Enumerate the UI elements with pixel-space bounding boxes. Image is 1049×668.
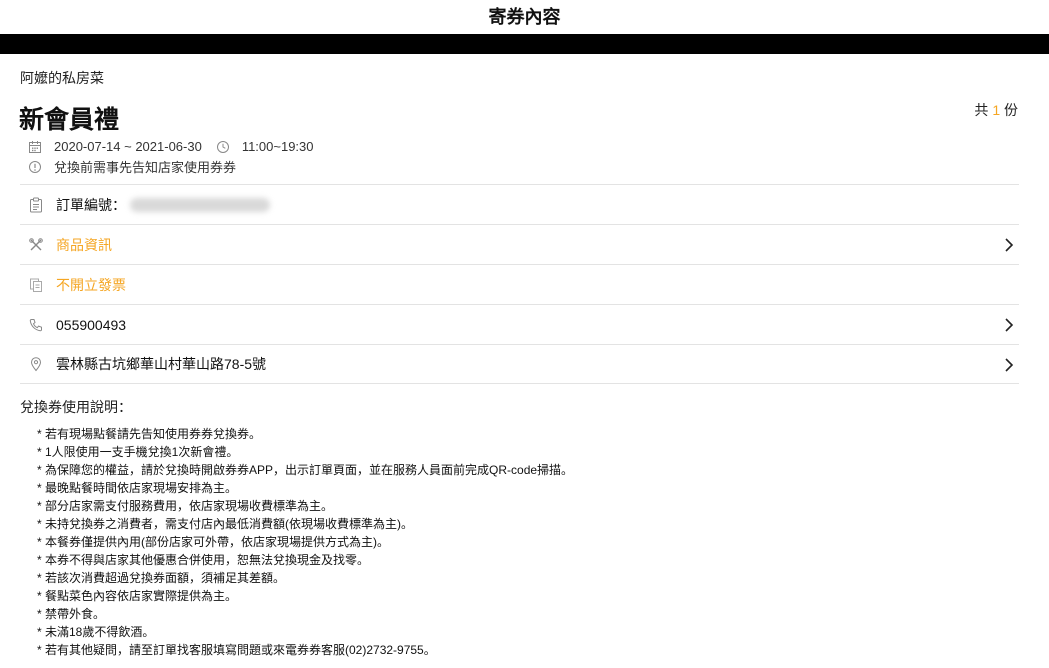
instructions-list: * 若有現場點餐請先告知使用券券兌換券。 * 1人限使用一支手機兌換1次新會禮。… bbox=[37, 425, 573, 659]
order-number-row: 訂單編號： bbox=[20, 184, 1019, 224]
order-number-redacted bbox=[130, 197, 270, 212]
instruction-item: * 本餐券僅提供內用(部份店家可外帶，依店家現場提供方式為主)。 bbox=[37, 535, 389, 549]
invoice-row: 不開立發票 bbox=[20, 264, 1019, 304]
phone-row[interactable]: 055900493 bbox=[20, 304, 1019, 344]
quantity-suffix: 份 bbox=[1004, 102, 1018, 118]
instruction-item: * 為保障您的權益，請於兌換時開啟券券APP，出示訂單頁面，並在服務人員面前完成… bbox=[37, 463, 574, 477]
instruction-item: * 若有其他疑問，請至訂單找客服填寫問題或來電券券客服(02)2732-9755… bbox=[37, 643, 436, 657]
info-icon bbox=[29, 160, 41, 173]
instruction-item: * 若有現場點餐請先告知使用券券兌換券。 bbox=[37, 427, 262, 441]
notice-row: 兌換前需事先告知店家使用券券 bbox=[28, 157, 236, 176]
instruction-item: * 部分店家需支付服務費用，依店家現場收費標準為主。 bbox=[37, 499, 334, 513]
instruction-item: * 1人限使用一支手機兌換1次新會禮。 bbox=[37, 445, 239, 459]
instruction-item: * 若該次消費超過兌換券面額，須補足其差額。 bbox=[37, 571, 286, 585]
date-range: 2020-07-14 ~ 2021-06-30 bbox=[54, 139, 202, 154]
instruction-item: * 最晚點餐時間依店家現場安排為主。 bbox=[37, 481, 238, 495]
notice-text: 兌換前需事先告知店家使用券券 bbox=[54, 160, 237, 175]
instruction-item: * 本券不得與店家其他優惠合併使用，恕無法兌換現金及找零。 bbox=[37, 553, 370, 567]
utensils-icon bbox=[29, 237, 43, 250]
product-info-label: 商品資訊 bbox=[56, 236, 112, 253]
clipboard-icon bbox=[30, 197, 42, 212]
detail-list: 訂單編號： 商品資訊 不開立發票 055900493 雲林縣古坑鄉華山村華山路7… bbox=[20, 184, 1019, 384]
address-text: 雲林縣古坑鄉華山村華山路78-5號 bbox=[56, 356, 267, 372]
title-bar: 寄券內容 bbox=[0, 0, 1049, 34]
invoice-label: 不開立發票 bbox=[56, 276, 126, 293]
chevron-right-icon bbox=[1005, 358, 1014, 372]
quantity-prefix: 共 bbox=[974, 102, 989, 118]
instructions-title: 兌換券使用說明： bbox=[20, 399, 132, 415]
time-range: 11:00~19:30 bbox=[241, 139, 314, 154]
chevron-right-icon bbox=[1005, 238, 1014, 252]
instruction-item: * 未滿18歲不得飲酒。 bbox=[37, 625, 155, 639]
phone-number: 055900493 bbox=[56, 316, 127, 333]
instruction-item: * 餐點菜色內容依店家實際提供為主。 bbox=[37, 589, 238, 603]
product-name: 新會員禮 bbox=[19, 106, 120, 134]
calendar-icon bbox=[29, 140, 41, 153]
quantity-label: 共 1 份 bbox=[974, 100, 1018, 120]
quantity-value: 1 bbox=[992, 102, 1001, 118]
product-info-row[interactable]: 商品資訊 bbox=[20, 224, 1019, 264]
phone-icon bbox=[29, 318, 42, 331]
order-number-label: 訂單編號： bbox=[56, 196, 126, 213]
instruction-item: * 未持兌換券之消費者，需支付店內最低消費額(依現場收費標準為主)。 bbox=[37, 517, 413, 531]
chevron-right-icon bbox=[1005, 318, 1014, 332]
address-row[interactable]: 雲林縣古坑鄉華山村華山路78-5號 bbox=[20, 344, 1019, 384]
page-title: 寄券內容 bbox=[488, 7, 561, 27]
header-black-bar bbox=[0, 34, 1049, 54]
validity-row: 2020-07-14 ~ 2021-06-30 11:00~19:30 bbox=[28, 139, 314, 154]
receipt-icon bbox=[30, 278, 42, 292]
instruction-item: * 禁帶外食。 bbox=[37, 607, 106, 621]
clock-icon bbox=[216, 140, 229, 153]
store-name: 阿嬤的私房菜 bbox=[20, 70, 104, 86]
map-pin-icon bbox=[30, 357, 42, 372]
